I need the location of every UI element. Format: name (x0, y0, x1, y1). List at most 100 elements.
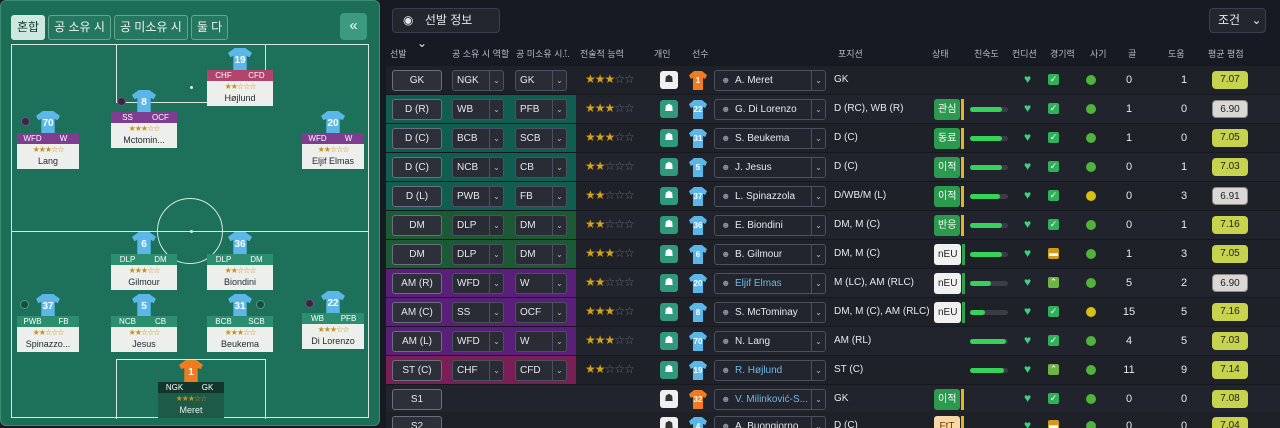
pitch-player-token[interactable]: 31 BCB SCB ★★★☆☆ Beukema (207, 294, 273, 352)
role-in-possession-select[interactable]: WFD ⌄ (452, 273, 504, 294)
position-slot-button[interactable]: AM (L) (392, 331, 442, 352)
status-badge[interactable]: nEU (934, 244, 966, 265)
pitch-player-token[interactable]: 5 NCB CB ★★☆☆☆ Jesus (111, 294, 177, 352)
position-slot-button[interactable]: D (C) (392, 128, 442, 149)
role-in-possession-select[interactable]: WB ⌄ (452, 99, 504, 120)
person-icon[interactable]: ☗ (660, 274, 678, 292)
role-out-of-possession-select[interactable]: CFD ⌄ (515, 360, 567, 381)
col-header-position[interactable]: 포지션 (838, 47, 863, 60)
col-header-assists[interactable]: 도움 (1168, 47, 1185, 60)
role-in-possession-select[interactable]: PWB ⌄ (452, 186, 504, 207)
status-badge[interactable]: FtT (934, 416, 964, 428)
role-out-of-possession-select[interactable]: SCB ⌄ (515, 128, 567, 149)
position-slot-button[interactable]: D (R) (392, 99, 442, 120)
table-row[interactable]: S1 ☗ 32 ☻ V. Milinković-S... ⌄ GK 이적 ♥ ✓… (386, 385, 1280, 414)
role-in-possession-select[interactable]: NGK ⌄ (452, 70, 504, 91)
role-out-of-possession-select[interactable]: FB ⌄ (515, 186, 567, 207)
position-slot-button[interactable]: DM (392, 215, 442, 236)
pitch-player-token[interactable]: 20 WFD W ★★☆☆☆ Eljif Elmas (302, 111, 364, 169)
role-out-of-possession-select[interactable]: W ⌄ (515, 273, 567, 294)
status-badge[interactable]: 이적 (934, 389, 965, 410)
pitch-player-token[interactable]: 22 WB PFB ★★★☆☆ Di Lorenzo (302, 291, 364, 349)
position-slot-button[interactable]: GK (392, 70, 442, 91)
pitch-player-token[interactable]: 70 WFD W ★★★☆☆ Lang (17, 111, 79, 169)
table-row[interactable]: ST (C) CHF ⌄ CFD ⌄ ★★☆☆☆ ☗ 19 ☻ R. Højlund… (386, 356, 1280, 385)
player-select[interactable]: ☻ L. Spinazzola ⌄ (714, 186, 826, 207)
person-icon[interactable]: ☗ (660, 129, 678, 147)
position-slot-button[interactable]: DM (392, 244, 442, 265)
col-header-selection[interactable]: 선발 (390, 47, 407, 60)
role-in-possession-select[interactable]: NCB ⌄ (452, 157, 504, 178)
role-in-possession-select[interactable]: SS ⌄ (452, 302, 504, 323)
col-header-match-fitness[interactable]: 경기력 (1050, 47, 1075, 60)
pitch-player-token[interactable]: 36 DLP DM ★★☆☆☆ Biondini (207, 232, 273, 290)
person-icon[interactable]: ☗ (660, 216, 678, 234)
person-icon[interactable]: ☗ (660, 71, 678, 89)
position-slot-button[interactable]: AM (C) (392, 302, 442, 323)
table-row[interactable]: AM (C) SS ⌄ OCF ⌄ ★★★☆☆ ☗ 8 ☻ S. McTominay… (386, 298, 1280, 327)
status-badge[interactable]: 관심 (934, 99, 965, 120)
position-slot-button[interactable]: S1 (392, 389, 442, 410)
player-select[interactable]: ☻ R. Højlund ⌄ (714, 360, 826, 381)
role-in-possession-select[interactable]: WFD ⌄ (452, 331, 504, 352)
table-row[interactable]: DM DLP ⌄ DM ⌄ ★★☆☆☆ ☗ 36 ☻ E. Biondini ⌄ D… (386, 211, 1280, 240)
col-header-role[interactable]: 공 소유 시 역할 (452, 47, 509, 60)
pitch-player-token[interactable]: 37 PWB FB ★★☆☆☆ Spinazzo... (17, 294, 79, 352)
col-header-duty[interactable]: 공 미소유 시... (516, 47, 570, 60)
filter-selector[interactable]: 조건 ⌄ (1209, 8, 1266, 33)
person-icon[interactable]: ☗ (660, 245, 678, 263)
player-select[interactable]: ☻ G. Di Lorenzo ⌄ (714, 99, 826, 120)
table-row[interactable]: GK NGK ⌄ GK ⌄ ★★★☆☆ ☗ 1 ☻ A. Meret ⌄ GK ♥ … (386, 66, 1280, 95)
view-selector[interactable]: ◉ 선발 정보 ⌄ (392, 8, 500, 50)
table-row[interactable]: D (C) BCB ⌄ SCB ⌄ ★★★☆☆ ☗ 31 ☻ S. Beukema … (386, 124, 1280, 153)
pitch-player-token[interactable]: 1 NGK GK ★★★☆☆ Meret (158, 360, 224, 418)
col-header-familiarity[interactable]: 친숙도 (974, 47, 999, 60)
player-select[interactable]: ☻ S. McTominay ⌄ (714, 302, 826, 323)
pitch-player-token[interactable]: 19 CHF CFD ★★☆☆☆ Højlund (207, 48, 273, 106)
status-badge[interactable]: 이적 (934, 157, 965, 178)
person-icon[interactable]: ☗ (660, 187, 678, 205)
player-select[interactable]: ☻ S. Beukema ⌄ (714, 128, 826, 149)
player-select[interactable]: ☻ A. Buongiorno ⌄ (714, 416, 826, 428)
table-row[interactable]: S2 ☗ 4 ☻ A. Buongiorno ⌄ D (C) FtT ♥ ▬ 0… (386, 412, 1280, 428)
person-icon[interactable]: ☗ (660, 361, 678, 379)
tab-in-possession[interactable]: 공 소유 시 (48, 15, 111, 40)
col-header-avg-rating[interactable]: 평균 평점 (1208, 47, 1244, 60)
col-header-tactical-ability[interactable]: 전술적 능력 (580, 47, 624, 60)
role-in-possession-select[interactable]: DLP ⌄ (452, 244, 504, 265)
collapse-panel-button[interactable]: « (340, 13, 367, 40)
col-header-condition[interactable]: 컨디션 (1012, 47, 1037, 60)
position-slot-button[interactable]: D (C) (392, 157, 442, 178)
position-slot-button[interactable]: ST (C) (392, 360, 442, 381)
tab-out-of-possession[interactable]: 공 미소유 시 (113, 15, 188, 40)
person-icon[interactable]: ☗ (660, 332, 678, 350)
person-icon[interactable]: ☗ (660, 303, 678, 321)
table-row[interactable]: AM (R) WFD ⌄ W ⌄ ★★☆☆☆ ☗ 20 ☻ Eljif Elmas … (386, 269, 1280, 298)
role-in-possession-select[interactable]: CHF ⌄ (452, 360, 504, 381)
player-select[interactable]: ☻ J. Jesus ⌄ (714, 157, 826, 178)
player-select[interactable]: ☻ N. Lang ⌄ (714, 331, 826, 352)
pitch-player-token[interactable]: 6 DLP DM ★★★☆☆ Gilmour (111, 232, 177, 290)
table-row[interactable]: D (C) NCB ⌄ CB ⌄ ★★☆☆☆ ☗ 5 ☻ J. Jesus ⌄ D … (386, 153, 1280, 182)
tab-mixed[interactable]: 혼합 (11, 15, 46, 40)
role-out-of-possession-select[interactable]: W ⌄ (515, 331, 567, 352)
person-icon[interactable]: ☗ (660, 390, 678, 408)
position-slot-button[interactable]: S2 (392, 416, 442, 428)
table-row[interactable]: DM DLP ⌄ DM ⌄ ★★★☆☆ ☗ 6 ☻ B. Gilmour ⌄ DM,… (386, 240, 1280, 269)
table-row[interactable]: D (L) PWB ⌄ FB ⌄ ★★☆☆☆ ☗ 37 ☻ L. Spinazzol… (386, 182, 1280, 211)
role-out-of-possession-select[interactable]: OCF ⌄ (515, 302, 567, 323)
role-out-of-possession-select[interactable]: GK ⌄ (515, 70, 567, 91)
role-in-possession-select[interactable]: BCB ⌄ (452, 128, 504, 149)
col-header-status[interactable]: 상태 (932, 47, 949, 60)
player-select[interactable]: ☻ E. Biondini ⌄ (714, 215, 826, 236)
pitch-player-token[interactable]: 8 SS OCF ★★★☆☆ Mctomin... (111, 90, 177, 148)
role-out-of-possession-select[interactable]: PFB ⌄ (515, 99, 567, 120)
role-out-of-possession-select[interactable]: CB ⌄ (515, 157, 567, 178)
col-header-personal[interactable]: 개인 (654, 47, 671, 60)
role-in-possession-select[interactable]: DLP ⌄ (452, 215, 504, 236)
position-slot-button[interactable]: D (L) (392, 186, 442, 207)
status-badge[interactable]: 반응 (934, 215, 965, 236)
role-out-of-possession-select[interactable]: DM ⌄ (515, 215, 567, 236)
table-row[interactable]: AM (L) WFD ⌄ W ⌄ ★★★☆☆ ☗ 70 ☻ N. Lang ⌄ AM… (386, 327, 1280, 356)
player-select[interactable]: ☻ B. Gilmour ⌄ (714, 244, 826, 265)
